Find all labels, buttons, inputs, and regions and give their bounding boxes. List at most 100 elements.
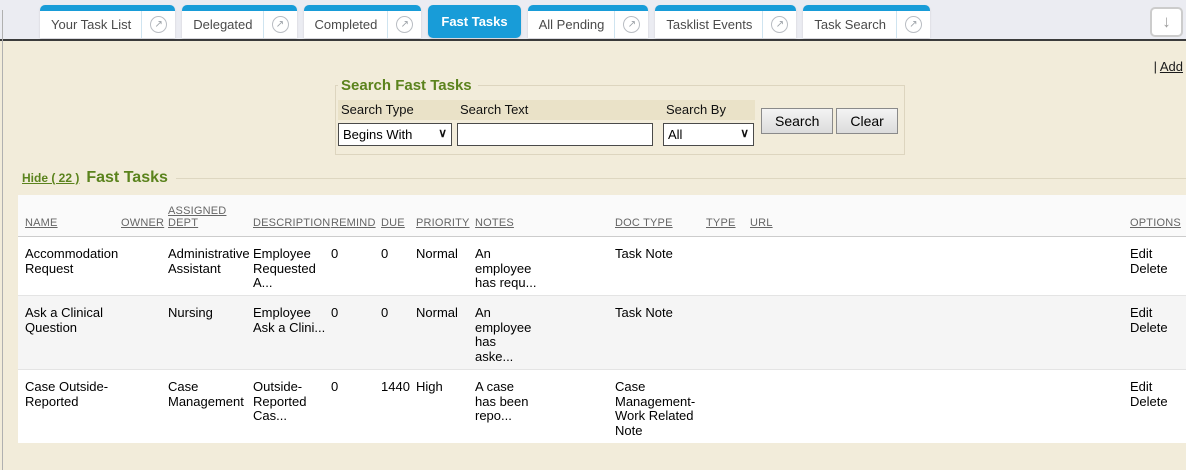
search-type-select[interactable]: Begins With (338, 123, 452, 146)
cell-doctype: Task Note (615, 296, 706, 370)
external-link-icon[interactable]: ↗ (150, 16, 167, 33)
cell-text: Task Note (615, 306, 702, 321)
cell-doctype: Case Management-Work Related Note (615, 369, 706, 442)
fast-tasks-table: NAME OWNER ASSIGNED DEPT DESCRIPTIONREMIND D… (18, 195, 1186, 443)
cell-notes: A case has been repo... (475, 369, 615, 442)
cell-remind: 0 (331, 296, 381, 370)
tab-fast-tasks[interactable]: Fast Tasks (428, 5, 520, 38)
cell-options: EditDelete (1130, 296, 1186, 370)
external-link-icon[interactable]: ↗ (272, 16, 289, 33)
tab-label: Completed (315, 17, 388, 32)
sort-link[interactable]: DOC TYPE (615, 217, 673, 229)
fast-tasks-section-header: Hide ( 22 ) Fast Tasks (22, 169, 1186, 187)
cell-text: 0 (381, 306, 412, 321)
search-text-input[interactable] (457, 123, 653, 146)
external-link-icon[interactable]: ↗ (905, 16, 922, 33)
sort-link[interactable]: NOTES (475, 217, 514, 229)
tab-label: Your Task List (51, 17, 141, 32)
search-type-label: Search Type (338, 100, 457, 120)
edit-link[interactable]: Edit (1130, 247, 1182, 262)
delete-link[interactable]: Delete (1130, 395, 1182, 410)
app-window: Your Task List ↗ Delegated ↗ Completed ↗ Fast … (0, 0, 1186, 470)
tab-delegated[interactable]: Delegated ↗ (182, 5, 296, 38)
cell-desc: Employee Ask a Clini... (253, 296, 331, 370)
table-row: Accommodation RequestAdministrative Assi… (18, 237, 1186, 296)
tab-body: Tasklist Events ↗ (655, 11, 796, 38)
cell-owner (121, 369, 168, 442)
cell-text: A case has been repo... (475, 380, 537, 424)
search-by-select[interactable]: All (663, 123, 754, 146)
cell-text: High (416, 380, 471, 395)
tab-label: Tasklist Events (666, 17, 762, 32)
column-header-assigned: ASSIGNED DEPT (168, 195, 253, 237)
cell-assigned: Nursing (168, 296, 253, 370)
cell-type (706, 369, 750, 442)
tab-body: Task Search↗ (803, 11, 930, 38)
cell-doctype: Task Note (615, 237, 706, 296)
cell-name: Case Outside-Reported (18, 369, 121, 442)
cell-text: Case Management (168, 380, 249, 409)
tab-divider (896, 11, 897, 38)
cell-text: Case Management-Work Related Note (615, 380, 702, 439)
external-link-icon[interactable]: ↗ (623, 16, 640, 33)
tab-label: Delegated (193, 17, 262, 32)
hide-count-link[interactable]: Hide ( 22 ) (22, 171, 79, 185)
cell-text: 0 (331, 247, 377, 262)
cell-name: Accommodation Request (18, 237, 121, 296)
tab-task-search[interactable]: Task Search↗ (803, 5, 930, 38)
separator: | (1154, 59, 1157, 74)
tab-tasklist-events[interactable]: Tasklist Events ↗ (655, 5, 796, 38)
table-row: Case Outside-Reported Case ManagementOuts… (18, 369, 1186, 442)
action-links-row: | Add (0, 41, 1186, 77)
tab-divider (263, 11, 264, 38)
sort-link[interactable]: NAME (25, 217, 58, 229)
tab-completed[interactable]: Completed ↗ (304, 5, 422, 38)
delete-link[interactable]: Delete (1130, 262, 1182, 277)
cell-notes: An employee has aske... (475, 296, 615, 370)
sort-link[interactable]: TYPE (706, 217, 736, 229)
cell-desc: Outside-Reported Cas... (253, 369, 331, 442)
tab-body: Your Task List ↗ (40, 11, 175, 38)
cell-due: 1440 (381, 369, 416, 442)
cell-priority: Normal (416, 296, 475, 370)
cell-owner (121, 296, 168, 370)
column-header-priority: PRIORITY (416, 195, 475, 237)
add-link[interactable]: Add (1160, 59, 1183, 74)
tab-all-pending[interactable]: All Pending↗ (528, 5, 649, 38)
search-text-label: Search Text (457, 100, 663, 120)
section-title: Fast Tasks (86, 169, 168, 187)
cell-text: Task Note (615, 247, 702, 262)
tab-your-task-list[interactable]: Your Task List ↗ (40, 5, 175, 38)
clear-button[interactable]: Clear (836, 108, 897, 134)
sort-link[interactable]: OWNER (121, 217, 164, 229)
sort-link[interactable]: DESCRIPTION (253, 217, 330, 229)
cell-type (706, 296, 750, 370)
search-fields: Search Type Search Text Search By Begins… (338, 100, 755, 146)
tab-divider (141, 11, 142, 38)
sort-link[interactable]: URL (750, 217, 773, 229)
column-header-due: DUE (381, 195, 416, 237)
window-left-edge (2, 10, 3, 470)
delete-link[interactable]: Delete (1130, 321, 1182, 336)
sort-link[interactable]: PRIORITY (416, 217, 470, 229)
cell-text: Ask a Clinical Question (25, 306, 117, 335)
sort-link[interactable]: OPTIONS (1130, 217, 1181, 229)
tab-bar: Your Task List ↗ Delegated ↗ Completed ↗ Fast … (0, 0, 1186, 41)
external-link-icon[interactable]: ↗ (771, 16, 788, 33)
cell-text: Nursing (168, 306, 249, 321)
sort-link[interactable]: REMIND (331, 217, 376, 229)
sort-link[interactable]: DUE (381, 217, 405, 229)
search-button[interactable]: Search (761, 108, 833, 134)
tab-scroll-button[interactable]: ↓ (1150, 7, 1183, 37)
cell-text: Accommodation Request (25, 247, 117, 276)
edit-link[interactable]: Edit (1130, 306, 1182, 321)
column-header-options: OPTIONS (1130, 195, 1186, 237)
tab-body: Delegated ↗ (182, 11, 296, 38)
edit-link[interactable]: Edit (1130, 380, 1182, 395)
cell-remind: 0 (331, 369, 381, 442)
external-link-icon[interactable]: ↗ (396, 16, 413, 33)
sort-link[interactable]: ASSIGNED DEPT (168, 205, 230, 229)
column-header-url: URL (750, 195, 1130, 237)
column-header-name: NAME (18, 195, 121, 237)
cell-text: An employee has requ... (475, 247, 537, 291)
